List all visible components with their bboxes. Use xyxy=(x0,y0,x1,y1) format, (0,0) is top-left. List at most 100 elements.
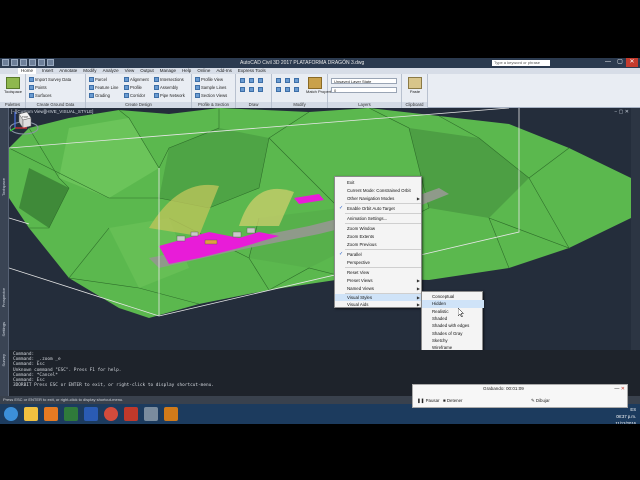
arc-tool[interactable] xyxy=(240,87,245,92)
corridor-button[interactable]: Corridor xyxy=(124,93,145,98)
sample-lines-button[interactable]: Sample Lines xyxy=(195,85,226,90)
panel-draw: Draw xyxy=(236,74,272,108)
grading-button[interactable]: Grading xyxy=(89,93,110,98)
menu-item-named-views[interactable]: Named Views ▶ xyxy=(335,285,423,292)
layer-state-dropdown[interactable]: Unsaved Layer State xyxy=(331,78,397,84)
maximize-button[interactable]: ▢ xyxy=(614,58,626,67)
circle-icon xyxy=(258,78,263,83)
menu-item-reset-view[interactable]: Reset View xyxy=(335,269,423,276)
menu-item-zoom-extents[interactable]: Zoom Extents xyxy=(335,233,423,240)
menu-item-visual-aids[interactable]: Visual Aids ▶ xyxy=(335,301,423,308)
app-menu-icon[interactable] xyxy=(2,59,9,66)
recorder-minimize-button[interactable]: — xyxy=(614,386,619,392)
line-tool[interactable] xyxy=(240,78,245,83)
pause-button[interactable]: ❚❚ Pausar xyxy=(417,398,440,404)
palette-tab-settings[interactable]: Settings xyxy=(1,322,6,336)
visual-style-realistic[interactable]: Realistic xyxy=(422,308,484,315)
letterbox-top xyxy=(0,0,640,58)
word-icon[interactable] xyxy=(84,407,98,421)
menu-item-exit[interactable]: Exit xyxy=(335,179,423,186)
feature-line-button[interactable]: Feature Line xyxy=(89,85,119,90)
palette-tab-toolspace[interactable]: Toolspace xyxy=(1,178,6,196)
match-properties-button[interactable]: Match Properties xyxy=(306,77,336,97)
layer-dropdown[interactable]: 0 xyxy=(331,87,397,93)
profile-view-button[interactable]: Profile View xyxy=(195,77,223,82)
visual-style-sketchy[interactable]: Sketchy xyxy=(422,337,484,344)
paste-button[interactable]: Paste xyxy=(406,77,424,97)
open-icon[interactable] xyxy=(20,59,27,66)
viewport-window-controls[interactable]: − ▢ ✕ xyxy=(614,109,629,115)
menu-item-zoom-window[interactable]: Zoom Window xyxy=(335,225,423,232)
palette-tab-survey[interactable]: Survey xyxy=(1,354,6,366)
chrome-icon[interactable] xyxy=(104,407,118,421)
stop-button[interactable]: ■ Detener xyxy=(443,398,463,403)
start-button-icon[interactable] xyxy=(4,407,18,421)
palette-strip: Toolspace Prospector Settings Survey xyxy=(0,108,9,396)
undo-icon[interactable] xyxy=(38,59,45,66)
menu-item-perspective[interactable]: Perspective xyxy=(335,259,423,266)
rotate-tool[interactable] xyxy=(294,78,299,83)
app-icon[interactable] xyxy=(144,407,158,421)
tray-time[interactable]: 08:37 p.m. xyxy=(615,413,636,420)
autocad-icon[interactable] xyxy=(124,407,138,421)
visual-style-shades-of-gray[interactable]: Shades of Gray xyxy=(422,330,484,337)
menu-item-animation-settings[interactable]: Animation Settings... xyxy=(335,215,423,222)
scale-icon xyxy=(294,87,299,92)
menu-item-current-mode[interactable]: Current Mode: Constrained Orbit xyxy=(335,187,423,194)
viewport-side-panel xyxy=(631,108,640,350)
hatch-tool[interactable] xyxy=(258,87,263,92)
menu-item-parallel[interactable]: ✓ Parallel xyxy=(335,251,423,258)
trim-icon xyxy=(276,87,281,92)
submenu-arrow-icon: ▶ xyxy=(416,302,420,307)
circle-tool[interactable] xyxy=(258,78,263,83)
intersections-button[interactable]: Intersections xyxy=(154,77,184,82)
explorer-icon[interactable] xyxy=(24,407,38,421)
points-icon xyxy=(29,85,34,90)
pipe-network-button[interactable]: Pipe Network xyxy=(154,93,185,98)
drawing-viewport[interactable]: [−][Custom View][HIVE_VISUAL_STYLE] − ▢ … xyxy=(9,108,631,350)
move-tool[interactable] xyxy=(276,78,281,83)
screen-recorder-widget: Grabando: 00:01:09 — ✕ ❚❚ Pausar ■ Deten… xyxy=(412,384,628,408)
import-survey-data-button[interactable]: Import Survey Data xyxy=(29,77,71,82)
recorder-app-icon[interactable] xyxy=(164,407,178,421)
assembly-button[interactable]: Assembly xyxy=(154,85,178,90)
alignment-icon xyxy=(124,77,129,82)
media-player-icon[interactable] xyxy=(44,407,58,421)
menu-item-preset-views[interactable]: Preset Views ▶ xyxy=(335,277,423,284)
parcel-button[interactable]: Parcel xyxy=(89,77,107,82)
palette-tab-prospector[interactable]: Prospector xyxy=(1,288,6,307)
menu-item-other-navigation-modes[interactable]: Other Navigation Modes ▶ xyxy=(335,195,423,202)
mouse-cursor-icon xyxy=(458,308,464,317)
menu-item-enable-orbit-auto-target[interactable]: ✓ Enable Orbit Auto Target xyxy=(335,205,423,212)
alignment-button[interactable]: Alignment xyxy=(124,77,149,82)
points-button[interactable]: Points xyxy=(29,85,47,90)
visual-style-hidden[interactable]: Hidden xyxy=(422,300,484,308)
menu-item-zoom-previous[interactable]: Zoom Previous xyxy=(335,241,423,248)
copy-tool[interactable] xyxy=(285,78,290,83)
redo-icon[interactable] xyxy=(47,59,54,66)
recorder-close-button[interactable]: ✕ xyxy=(621,386,625,392)
import-icon xyxy=(29,77,34,82)
match-properties-icon xyxy=(308,77,322,89)
section-views-button[interactable]: Section Views xyxy=(195,93,227,98)
new-icon[interactable] xyxy=(11,59,18,66)
save-icon[interactable] xyxy=(29,59,36,66)
close-button[interactable]: ✕ xyxy=(626,58,638,67)
draw-button[interactable]: ✎ Dibujar xyxy=(531,398,550,404)
visual-style-conceptual[interactable]: Conceptual xyxy=(422,293,484,300)
surfaces-button[interactable]: Surfaces xyxy=(29,93,52,98)
trim-tool[interactable] xyxy=(276,87,281,92)
excel-icon[interactable] xyxy=(64,407,78,421)
copy-icon xyxy=(285,78,290,83)
toolspace-button[interactable]: Toolspace xyxy=(4,77,22,97)
minimize-button[interactable]: — xyxy=(602,58,614,67)
visual-style-shaded-with-edges[interactable]: Shaded with edges xyxy=(422,322,484,329)
mirror-tool[interactable] xyxy=(285,87,290,92)
visual-style-shaded[interactable]: Shaded xyxy=(422,315,484,322)
profile-button[interactable]: Profile xyxy=(124,85,142,90)
scale-tool[interactable] xyxy=(294,87,299,92)
search-input[interactable]: Type a keyword or phrase xyxy=(492,60,550,66)
rectangle-tool[interactable] xyxy=(249,87,254,92)
polyline-tool[interactable] xyxy=(249,78,254,83)
menu-item-visual-styles[interactable]: Visual Styles ▶ xyxy=(335,294,423,301)
